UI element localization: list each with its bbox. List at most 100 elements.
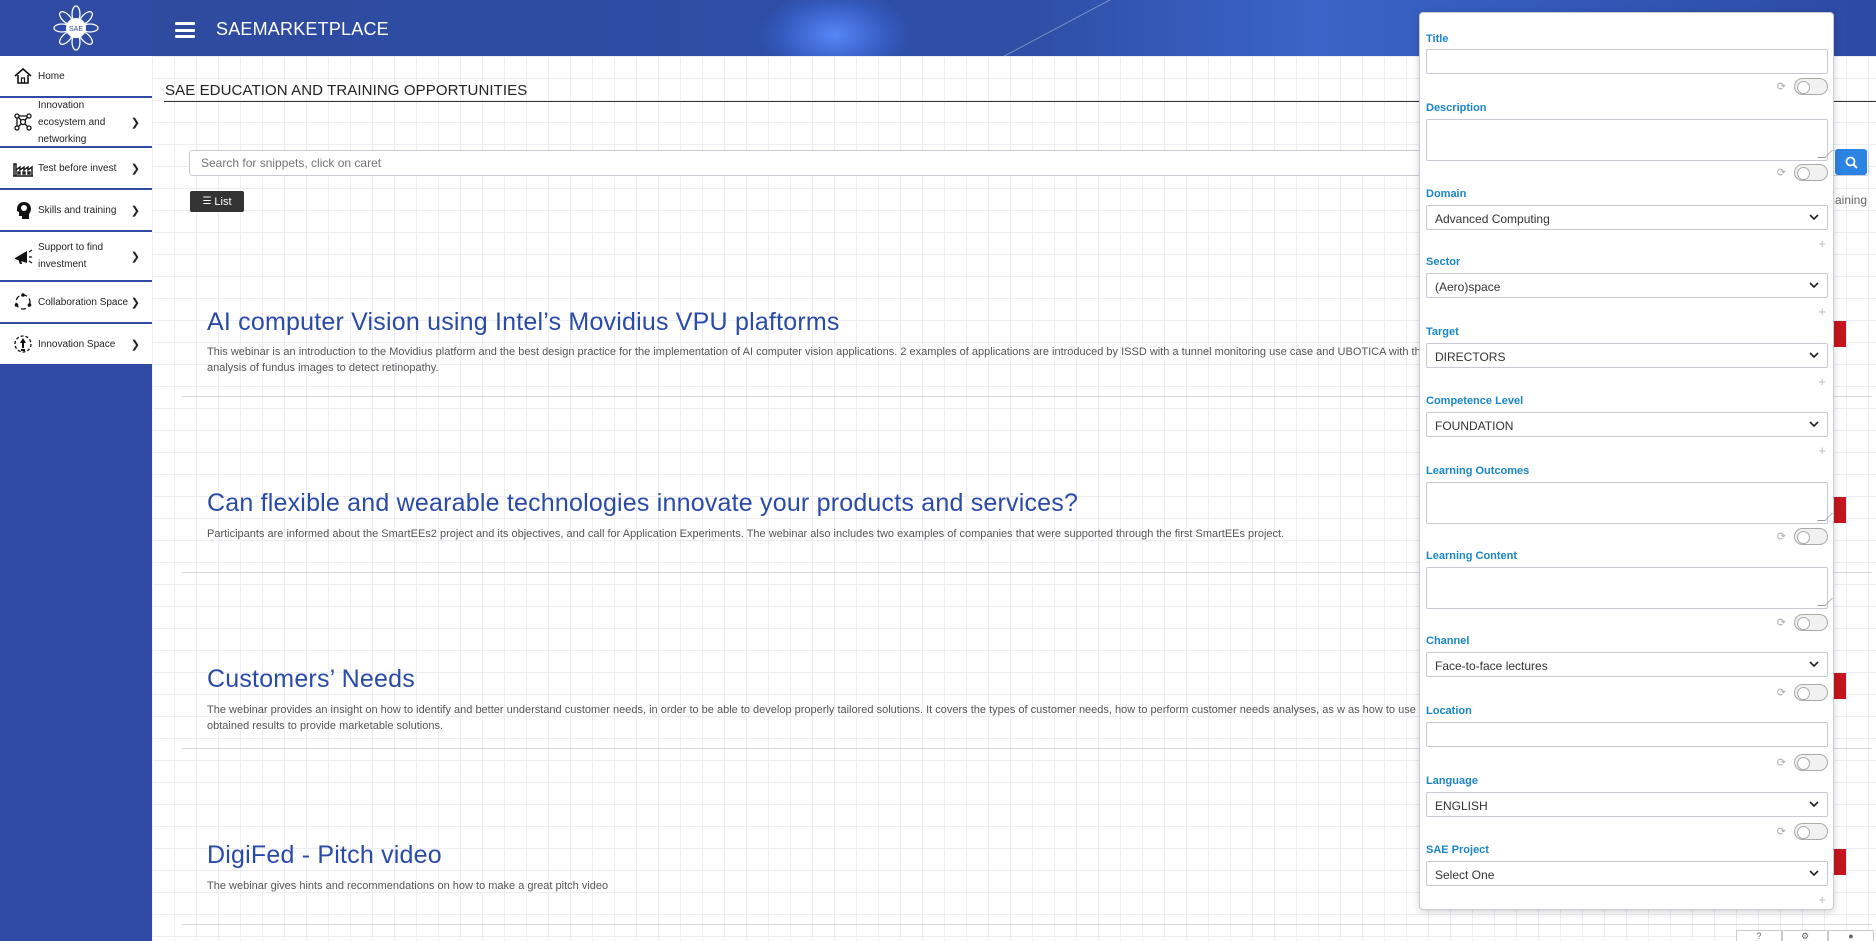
chevron-right-icon: ❯ [130,117,140,129]
sidebar-item-innovation-space[interactable]: Innovation Space ❯ [0,324,152,366]
refresh-icon[interactable]: ⟳ [1777,686,1786,699]
help-icon[interactable]: ? [1736,930,1782,941]
field-label: Domain [1426,188,1467,200]
sidebar-item-test-before-invest[interactable]: Test before invest ❯ [0,148,152,190]
domain-select[interactable]: Advanced Computing [1426,205,1828,230]
description-toggle[interactable] [1794,78,1828,95]
filter-panel: Title ⟳ Description ⟳ Domain Advanced Co… [1419,12,1834,910]
field-label: Target [1426,326,1459,338]
card-description: The webinar provides an insight on how t… [207,704,1435,732]
channel-toggle[interactable] [1794,684,1828,701]
refresh-icon[interactable]: ⟳ [1777,80,1786,93]
sidebar-item-innovation-ecosystem[interactable]: Innovation ecosystem and networking ❯ [0,98,152,148]
refresh-icon[interactable]: ⟳ [1777,166,1786,179]
sidebar-item-home[interactable]: Home [0,56,152,98]
sector-select[interactable]: (Aero)space [1426,273,1828,298]
target-select[interactable]: DIRECTORS [1426,343,1828,368]
channel-select-value: Face-to-face lectures [1435,659,1548,673]
header-decoration [760,0,910,56]
learning-outcomes-textarea[interactable] [1426,482,1828,524]
plus-icon[interactable]: + [1818,236,1826,251]
sidebar: Home Innovation ecosystem and networking… [0,56,152,941]
plus-icon[interactable]: + [1818,374,1826,389]
sidebar-item-support-investment[interactable]: Support to find investment ❯ [0,232,152,282]
location-toggle[interactable] [1794,754,1828,771]
hamburger-menu-icon[interactable] [175,22,195,38]
learning-content-textarea[interactable] [1426,567,1828,609]
field-label: Learning Content [1426,550,1518,562]
location-input[interactable] [1426,722,1828,747]
refresh-icon[interactable]: ⟳ [1777,616,1786,629]
card-side-tab[interactable] [1834,497,1846,523]
description-textarea[interactable] [1426,119,1828,161]
sidebar-item-label: Support to find investment [38,242,104,270]
card-title-link[interactable]: Customers’ Needs [207,665,415,694]
card-side-tab[interactable] [1834,321,1846,347]
field-controls: ⟳ [1777,528,1828,545]
chevron-right-icon: ❯ [130,163,140,175]
card-side-tab[interactable] [1834,849,1846,875]
title-input[interactable] [1426,49,1828,74]
list-view-button[interactable]: ☰ List [190,191,244,212]
chevron-right-icon: ❯ [130,251,140,263]
sae-project-select-value: Select One [1435,868,1495,882]
field-label: Channel [1426,635,1470,647]
innovation-icon [12,333,34,355]
field-label: Learning Outcomes [1426,465,1530,477]
language-select[interactable]: ENGLISH [1426,792,1828,817]
chevron-down-icon [1809,801,1819,808]
sidebar-item-label: Collaboration Space [38,296,129,308]
chevron-down-icon [1809,214,1819,221]
competence-level-select-value: FOUNDATION [1435,419,1514,433]
chevron-down-icon [1809,661,1819,668]
channel-select[interactable]: Face-to-face lectures [1426,652,1828,677]
learning-outcomes-toggle[interactable] [1794,528,1828,545]
card-title-link[interactable]: AI computer Vision using Intel’s Movidiu… [207,308,840,337]
partial-label: aining [1835,193,1868,207]
field-label: Language [1426,775,1478,787]
sae-logo-icon: SAE [53,5,99,51]
card-title-link[interactable]: DigiFed - Pitch video [207,841,442,870]
sidebar-item-label: Innovation ecosystem and networking [38,99,106,145]
search-button[interactable] [1835,149,1867,175]
collaboration-icon [12,291,34,313]
megaphone-icon [12,245,34,267]
field-label: Competence Level [1426,395,1524,407]
app-root: SAE SAEMARKETPLACE Home Innovation ecosy… [0,0,1876,941]
card-description: The webinar gives hints and recommendati… [207,880,609,892]
settings-icon[interactable]: ⚙ [1782,930,1828,941]
plus-icon[interactable]: + [1818,304,1826,319]
brand-title: SAEMARKETPLACE [216,19,389,39]
card-description: Participants are informed about the Smar… [207,528,1285,540]
plus-icon[interactable]: + [1818,892,1826,907]
logo[interactable]: SAE [0,0,152,56]
field-label: Description [1426,102,1487,114]
card-side-tab[interactable] [1834,673,1846,699]
sidebar-item-label: Skills and training [38,204,117,216]
status-icon: ● [1828,930,1874,941]
card-title-link[interactable]: Can flexible and wearable technologies i… [207,489,1078,518]
chevron-down-icon [1809,870,1819,877]
field-label: Location [1426,705,1472,717]
refresh-icon[interactable]: ⟳ [1777,530,1786,543]
domain-select-value: Advanced Computing [1435,212,1550,226]
sidebar-menu: Home Innovation ecosystem and networking… [0,56,152,366]
search-icon [1845,156,1858,169]
refresh-icon[interactable]: ⟳ [1777,825,1786,838]
sae-project-select[interactable]: Select One [1426,861,1828,886]
chevron-down-icon [1809,282,1819,289]
sidebar-item-skills-and-training[interactable]: Skills and training ❯ [0,190,152,232]
head-bulb-icon [12,199,34,221]
competence-level-select[interactable]: FOUNDATION [1426,412,1828,437]
chevron-down-icon [1809,352,1819,359]
learning-content-toggle[interactable] [1794,614,1828,631]
sidebar-item-collaboration-space[interactable]: Collaboration Space ❯ [0,282,152,324]
language-toggle[interactable] [1794,823,1828,840]
list-button-label: List [214,195,232,208]
refresh-icon[interactable]: ⟳ [1777,756,1786,769]
field-label: Title [1426,33,1449,45]
plus-icon[interactable]: + [1818,443,1826,458]
domain-toggle[interactable] [1794,164,1828,181]
chevron-down-icon [1809,421,1819,428]
field-controls: ⟳ [1777,614,1828,631]
